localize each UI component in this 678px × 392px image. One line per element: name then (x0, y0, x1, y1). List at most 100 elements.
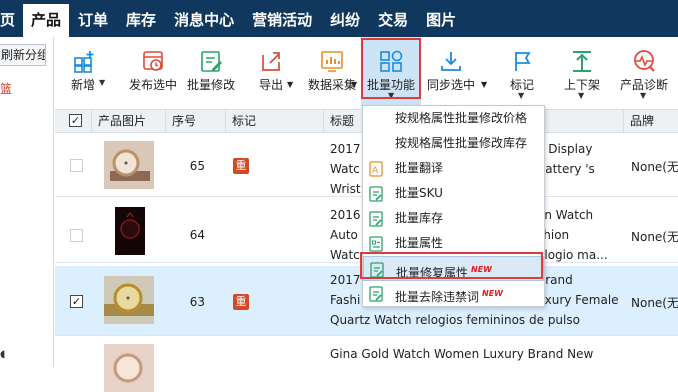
menu-item-label: 按规格属性批量修改价格 (395, 111, 528, 125)
remove-banned-words-icon (369, 286, 383, 302)
refresh-group-button[interactable]: 刷新分组 (0, 44, 46, 66)
chevron-down-icon: ▼ (388, 91, 395, 100)
product-thumbnail[interactable] (104, 344, 154, 392)
title-line: Battery 's (537, 162, 595, 176)
export-label: 导出 (259, 78, 284, 92)
sync-selected-label: 同步选中 (426, 78, 475, 92)
row-checkbox[interactable] (70, 159, 83, 172)
menu-item-batch-repair-attributes[interactable]: 批量修复属性 NEW (363, 256, 544, 281)
row-brand: None(无 (631, 230, 678, 244)
sync-download-icon (441, 52, 461, 71)
product-thumbnail[interactable] (115, 207, 145, 255)
menu-item-label: 批量去除违禁词 NEW (395, 281, 503, 310)
shelf-toggle-button[interactable]: 上下架 ▼ (555, 37, 609, 106)
menu-item-batch-stock-by-spec[interactable]: 按规格属性批量修改库存 (363, 131, 544, 156)
row-title-tail: en Watch shion elogio ma... (537, 205, 629, 265)
select-all-checkbox[interactable]: ✓ (69, 114, 82, 127)
export-icon (262, 52, 280, 71)
row-title-tail: e Display Battery 's (537, 139, 629, 179)
svg-text:A: A (372, 166, 379, 176)
menu-item-text: 批量修复属性 (396, 266, 469, 280)
menu-item-label: 批量翻译 (395, 161, 444, 175)
row-serial: 63 (189, 295, 205, 309)
nav-item-orders[interactable]: 订单 (69, 0, 117, 37)
nav-item-messages[interactable]: 消息中心 (165, 0, 243, 37)
data-collect-button[interactable]: 数据采集 (303, 37, 361, 106)
menu-item-label: 按规格属性批量修改库存 (395, 136, 528, 150)
chevron-down-icon[interactable]: ▼ (351, 80, 357, 89)
col-product-image[interactable]: 产品图片 (92, 110, 166, 132)
stock-doc-icon (369, 211, 383, 227)
nav-item-products[interactable]: 产品 (23, 4, 70, 37)
batch-functions-button[interactable]: 批量功能 ▼ (361, 37, 421, 106)
export-button[interactable]: 导出 (253, 37, 289, 106)
title-line: Quartz Watch relogios femininos de pulso (330, 313, 580, 327)
row-title-tail: Brand uxury Female (537, 270, 629, 310)
translate-icon: A (369, 161, 383, 177)
product-thumbnail[interactable] (104, 141, 154, 189)
repair-attribute-icon (370, 262, 384, 278)
menu-item-label: 批量SKU (395, 186, 443, 200)
publish-selected-label: 发布选中 (128, 78, 177, 92)
title-line: e Display (537, 142, 593, 156)
chevron-down-icon: ▼ (578, 91, 585, 100)
top-nav: 页 产品 订单 库存 消息中心 营销活动 纠纷 交易 图片 (0, 0, 678, 37)
menu-item-batch-price-by-spec[interactable]: 按规格属性批量修改价格 (363, 106, 544, 131)
nav-item-images[interactable]: 图片 (417, 0, 465, 37)
col-mark[interactable]: 标记 (226, 110, 324, 132)
title-line: en Watch (537, 208, 594, 222)
nav-item-inventory[interactable]: 库存 (117, 0, 165, 37)
row-checkbox[interactable] (70, 229, 83, 242)
nav-item-home[interactable]: 页 (0, 0, 23, 37)
add-grid-icon (74, 51, 94, 73)
menu-item-batch-remove-banned-words[interactable]: 批量去除违禁词 NEW (363, 281, 544, 306)
menu-item-text: 批量去除违禁词 (395, 290, 480, 304)
table-row[interactable]: Gina Gold Watch Women Luxury Brand New (55, 336, 678, 392)
title-line: elogio ma... (537, 248, 608, 262)
sync-selected-button[interactable]: 同步选中 (423, 37, 479, 106)
group-label[interactable]: 篮 (0, 80, 12, 97)
title-line: Gina Gold Watch Women Luxury Brand New (330, 347, 594, 361)
chevron-down-icon[interactable]: ▼ (481, 80, 487, 89)
status-badge: 重 (233, 158, 249, 174)
menu-item-batch-attributes[interactable]: 批量属性 (363, 231, 544, 256)
menu-item-batch-translate[interactable]: A 批量翻译 (363, 156, 544, 181)
mark-button[interactable]: 标记 ▼ (499, 37, 545, 106)
menu-item-batch-sku[interactable]: 批量SKU (363, 181, 544, 206)
col-brand[interactable]: 品牌 (624, 110, 678, 132)
publish-selected-button[interactable]: 发布选中 (123, 37, 183, 106)
chevron-down-icon[interactable]: ▼ (287, 80, 293, 89)
row-title[interactable]: Gina Gold Watch Women Luxury Brand New (330, 344, 630, 364)
nav-item-marketing[interactable]: 营销活动 (243, 0, 321, 37)
toolbar: 新增 ▼ 发布选中 批量修改 导出 ▼ 数据采集 ▼ 批量功能 ▼ 同步选中 ▼… (55, 37, 678, 106)
nav-item-transactions[interactable]: 交易 (369, 0, 417, 37)
row-checkbox[interactable]: ✓ (70, 295, 83, 308)
new-badge: NEW (471, 265, 492, 274)
up-down-shelf-icon (573, 51, 591, 72)
data-collect-icon (321, 51, 343, 72)
col-serial-number[interactable]: 序号 (166, 110, 226, 132)
status-badge: 重 (233, 294, 249, 310)
product-diagnosis-icon (634, 50, 655, 72)
batch-edit-button[interactable]: 批量修改 (183, 37, 239, 106)
nav-item-disputes[interactable]: 纠纷 (321, 0, 369, 37)
batch-functions-icon (380, 50, 403, 72)
chevron-down-icon: ▼ (518, 91, 525, 100)
row-brand: None(无 (631, 160, 678, 174)
batch-edit-icon (201, 51, 222, 72)
row-serial: 64 (189, 228, 205, 242)
new-badge: NEW (482, 289, 503, 298)
title-line: Brand (537, 273, 573, 287)
product-thumbnail[interactable] (104, 276, 154, 324)
chevron-down-icon: ▼ (640, 91, 647, 100)
sidebar-scroll-indicator: ◖ (0, 349, 6, 360)
add-button[interactable]: 新增 ▼ (63, 37, 107, 106)
sku-doc-icon (369, 186, 383, 202)
publish-clock-icon (143, 51, 163, 71)
attribute-doc-icon (369, 236, 383, 252)
row-brand: None(无 (631, 296, 678, 310)
menu-item-label: 批量库存 (395, 211, 444, 225)
flag-icon (515, 52, 531, 71)
product-diagnosis-button[interactable]: 产品诊断 ▼ (615, 37, 673, 106)
menu-item-batch-stock[interactable]: 批量库存 (363, 206, 544, 231)
